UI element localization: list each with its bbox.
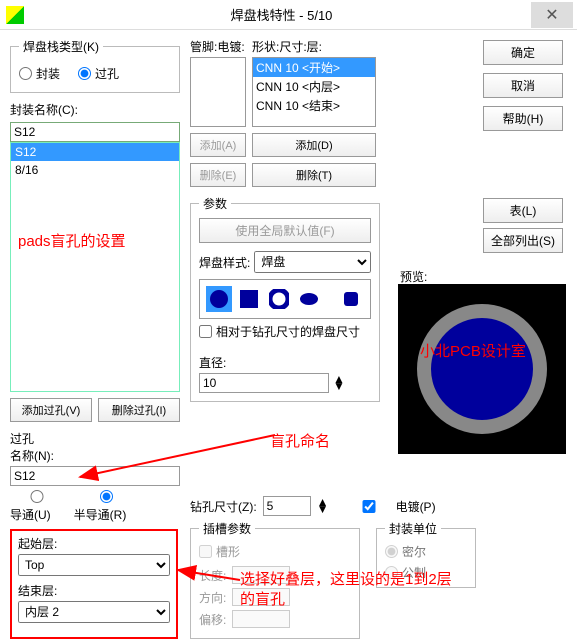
start-layer-select[interactable]: Top xyxy=(18,554,170,576)
list-item[interactable]: 8/16 xyxy=(11,161,179,179)
end-layer-select[interactable]: 内层 2 xyxy=(18,601,170,623)
preview-pane xyxy=(398,284,566,454)
shape-picker xyxy=(199,279,371,319)
list-item[interactable]: CNN 10 <内层> xyxy=(253,77,375,96)
via-through[interactable]: 导通(U) xyxy=(10,490,64,523)
slot-length xyxy=(232,566,290,584)
del-e-button[interactable]: 删除(E) xyxy=(190,163,246,187)
preview-label: 预览: xyxy=(400,268,427,285)
plated-checkbox[interactable]: 电镀(P) xyxy=(345,498,436,515)
help-button[interactable]: 帮助(H) xyxy=(483,106,563,131)
ok-button[interactable]: 确定 xyxy=(483,40,563,65)
shape-square[interactable] xyxy=(236,286,262,312)
add-d-button[interactable]: 添加(D) xyxy=(252,133,376,157)
listall-button[interactable]: 全部列出(S) xyxy=(483,228,563,253)
via-name-input[interactable] xyxy=(10,466,180,486)
close-button[interactable]: ✕ xyxy=(531,2,573,28)
padtype-package[interactable]: 封装 xyxy=(19,65,60,82)
slot-checkbox[interactable]: 槽形 xyxy=(199,543,351,560)
drill-spinner[interactable]: ▲▼ xyxy=(317,499,329,513)
params-group: 参数 使用全局默认值(F) 焊盘样式: 焊盘 相对于钻孔尺寸的焊盘尺寸 直径: … xyxy=(190,195,380,402)
cancel-button[interactable]: 取消 xyxy=(483,73,563,98)
diameter-label: 直径: xyxy=(199,354,371,371)
pin-label: 管脚:电镀: xyxy=(190,38,246,55)
drill-label: 钻孔尺寸(Z): xyxy=(190,498,257,515)
shape-donut[interactable] xyxy=(266,286,292,312)
list-item[interactable]: S12 xyxy=(11,143,179,161)
params-legend: 参数 xyxy=(199,195,231,212)
unit-mm[interactable]: 公制 xyxy=(385,564,467,581)
preview-shape-icon xyxy=(417,304,547,434)
unit-legend: 封装单位 xyxy=(385,520,441,537)
app-icon xyxy=(6,6,24,24)
window-title: 焊盘栈特性 - 5/10 xyxy=(32,5,531,24)
diameter-spinner[interactable]: ▲▼ xyxy=(333,376,345,390)
shape-circle[interactable] xyxy=(206,286,232,312)
list-item[interactable]: CNN 10 <结束> xyxy=(253,96,375,115)
shape-label: 形状:尺寸:层: xyxy=(252,38,376,55)
slot-legend: 插槽参数 xyxy=(199,520,255,537)
add-via-button[interactable]: 添加过孔(V) xyxy=(10,398,92,422)
shape-oval[interactable] xyxy=(296,286,322,312)
relative-to-drill-checkbox[interactable]: 相对于钻孔尺寸的焊盘尺寸 xyxy=(199,323,371,340)
diameter-input[interactable] xyxy=(199,373,329,393)
list-item[interactable]: CNN 10 <开始> xyxy=(253,58,375,77)
del-t-button[interactable]: 删除(T) xyxy=(252,163,376,187)
pin-list[interactable] xyxy=(190,57,246,127)
package-name-input[interactable] xyxy=(10,122,180,142)
start-layer-label: 起始层: xyxy=(18,535,170,552)
add-a-button[interactable]: 添加(A) xyxy=(190,133,246,157)
annotation-2: 盲孔命名 xyxy=(270,430,330,451)
slot-group: 插槽参数 槽形 长度: 方向: 偏移: xyxy=(190,520,360,639)
table-button[interactable]: 表(L) xyxy=(483,198,563,223)
end-layer-label: 结束层: xyxy=(18,582,170,599)
layer-range-box: 起始层: Top 结束层: 内层 2 xyxy=(10,529,178,639)
package-name-label: 封装名称(C): xyxy=(10,101,180,118)
via-name-label2: 名称(N): xyxy=(10,447,180,464)
package-list[interactable]: S12 8/16 xyxy=(10,142,180,392)
slot-offset xyxy=(232,610,290,628)
via-blind[interactable]: 半导通(R) xyxy=(74,490,140,523)
unit-mil[interactable]: 密尔 xyxy=(385,543,467,560)
slot-dir xyxy=(232,588,290,606)
via-name-label1: 过孔 xyxy=(10,430,180,447)
padstack-type-legend: 焊盘栈类型(K) xyxy=(19,38,103,55)
padstack-type-group: 焊盘栈类型(K) 封装 过孔 xyxy=(10,38,180,93)
delete-via-button[interactable]: 删除过孔(I) xyxy=(98,398,180,422)
unit-group: 封装单位 密尔 公制 xyxy=(376,520,476,588)
shape-list[interactable]: CNN 10 <开始> CNN 10 <内层> CNN 10 <结束> xyxy=(252,57,376,127)
pad-style-select[interactable]: 焊盘 xyxy=(254,251,371,273)
drill-input[interactable] xyxy=(263,496,311,516)
shape-custom[interactable] xyxy=(338,286,364,312)
padtype-via[interactable]: 过孔 xyxy=(78,65,119,82)
use-defaults-button[interactable]: 使用全局默认值(F) xyxy=(199,218,371,243)
pad-style-label: 焊盘样式: xyxy=(199,254,250,271)
